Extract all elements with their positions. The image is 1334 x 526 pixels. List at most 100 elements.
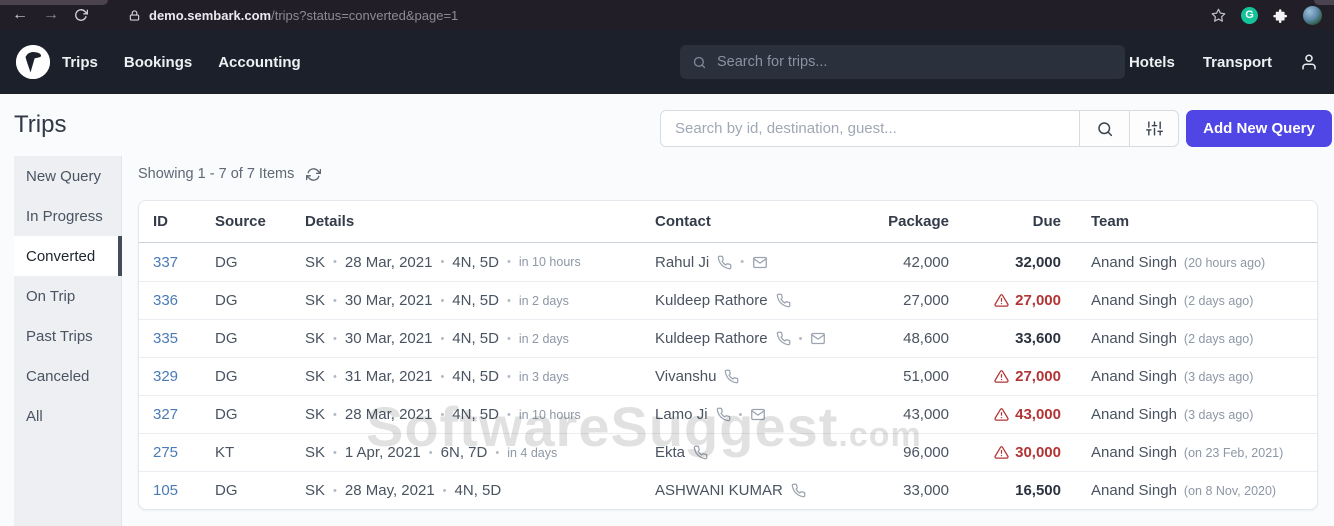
sidebar-item[interactable]: Canceled	[14, 356, 121, 396]
sidebar-item[interactable]: New Query	[14, 156, 121, 196]
destination-code: SK	[305, 292, 326, 309]
bullet-separator: •	[333, 256, 337, 268]
due-amount: 30,000	[994, 444, 1061, 461]
trip-id-link[interactable]: 329	[153, 368, 215, 385]
package-amount: 42,000	[903, 253, 949, 271]
team-cell: Anand Singh (3 days ago)	[1061, 406, 1317, 423]
trip-date: 1 Apr, 2021	[344, 444, 421, 461]
table-row[interactable]: 105 DG SK • 28 May, 2021 • 4N, 5D • ASHW…	[139, 471, 1317, 509]
col-header-id: ID	[153, 213, 168, 230]
bullet-separator: •	[333, 294, 337, 307]
sidebar-item[interactable]: All	[14, 396, 121, 436]
trip-duration: 4N, 5D	[452, 330, 499, 347]
sembark-logo[interactable]	[16, 45, 50, 79]
trip-source: DG	[215, 253, 238, 271]
nav-right-links: Hotels Transport	[1129, 54, 1272, 71]
phone-icon[interactable]	[717, 255, 732, 270]
trip-details: SK • 1 Apr, 2021 • 6N, 7D • in 4 days	[305, 444, 655, 461]
nav-link[interactable]: Accounting	[218, 54, 301, 71]
trip-id-link[interactable]: 337	[153, 254, 215, 271]
trip-source: DG	[215, 368, 238, 385]
search-icon	[692, 55, 707, 70]
trip-id-link[interactable]: 336	[153, 292, 215, 309]
bullet-separator: •	[333, 446, 337, 459]
bullet-separator: •	[506, 370, 511, 383]
table-row[interactable]: 336 DG SK • 30 Mar, 2021 • 4N, 5D • in 2…	[139, 281, 1317, 319]
table-row[interactable]: 337 DG SK • 28 Mar, 2021 • 4N, 5D • in 1…	[139, 243, 1317, 281]
trip-details: SK • 28 Mar, 2021 • 4N, 5D • in 10 hours	[305, 406, 655, 423]
phone-icon[interactable]	[776, 331, 791, 346]
bullet-separator: •	[506, 294, 511, 307]
nav-link[interactable]: Bookings	[124, 54, 192, 71]
list-search-input[interactable]	[660, 110, 1080, 147]
table-row[interactable]: 275 KT SK • 1 Apr, 2021 • 6N, 7D • in 4 …	[139, 433, 1317, 471]
phone-icon[interactable]	[693, 445, 708, 460]
extensions-puzzle-icon[interactable]	[1273, 8, 1288, 23]
browser-back-icon[interactable]: ←	[12, 7, 28, 23]
browser-reload-icon[interactable]	[74, 8, 88, 22]
table-row[interactable]: 327 DG SK • 28 Mar, 2021 • 4N, 5D • in 1…	[139, 395, 1317, 433]
due-amount: 16,500	[1015, 482, 1061, 499]
due-value: 30,000	[1015, 444, 1061, 461]
bullet-separator: •	[428, 446, 433, 459]
bullet-separator: •	[495, 446, 500, 459]
search-button[interactable]	[1080, 111, 1129, 146]
due-amount: 32,000	[1015, 254, 1061, 271]
team-member-name: Anand Singh	[1091, 368, 1177, 385]
nav-search[interactable]	[680, 45, 1125, 79]
email-icon[interactable]	[810, 331, 826, 346]
sidebar-item[interactable]: Converted	[14, 236, 122, 276]
col-header-source: Source	[215, 213, 266, 230]
refresh-icon[interactable]	[306, 167, 322, 182]
email-icon[interactable]	[750, 407, 766, 422]
phone-icon[interactable]	[724, 369, 739, 384]
trip-contact: Rahul Ji •	[655, 254, 863, 271]
sidebar-item-label: In Progress	[26, 207, 103, 225]
address-bar[interactable]: demo.sembark.com/trips?status=converted&…	[129, 8, 458, 23]
browser-profile-avatar[interactable]	[1303, 5, 1322, 25]
bullet-separator: •	[738, 408, 743, 421]
sidebar-item[interactable]: Past Trips	[14, 316, 121, 356]
trips-table: ID Source Details Contact Package Due Te…	[138, 200, 1318, 510]
user-account-icon[interactable]	[1300, 53, 1318, 71]
phone-icon[interactable]	[791, 483, 806, 498]
trip-id-link[interactable]: 275	[153, 444, 215, 461]
trip-id-link[interactable]: 327	[153, 406, 215, 423]
grammarly-extension-icon[interactable]: G	[1241, 6, 1258, 24]
search-icon	[1097, 121, 1112, 136]
phone-icon[interactable]	[716, 407, 731, 422]
bookmark-star-icon[interactable]	[1211, 8, 1226, 23]
destination-code: SK	[305, 330, 326, 347]
overdue-warning-icon	[994, 407, 1009, 422]
sidebar-item[interactable]: In Progress	[14, 196, 121, 236]
destination-code: SK	[305, 482, 326, 499]
trips-search-input[interactable]	[717, 54, 1113, 70]
add-new-query-button[interactable]: Add New Query	[1186, 110, 1332, 147]
nav-link[interactable]: Trips	[62, 54, 98, 71]
trip-id-link[interactable]: 105	[153, 482, 215, 499]
url-text[interactable]: demo.sembark.com/trips?status=converted&…	[149, 8, 458, 23]
trip-source: DG	[215, 482, 238, 499]
page-title: Trips	[14, 111, 67, 138]
trip-contact: Kuldeep Rathore •	[655, 330, 863, 347]
contact-name: Vivanshu	[655, 368, 717, 385]
email-icon[interactable]	[752, 255, 768, 270]
trip-details: SK • 28 May, 2021 • 4N, 5D •	[305, 482, 655, 499]
trip-contact: Vivanshu •	[655, 368, 863, 385]
sidebar-item[interactable]: On Trip	[14, 276, 121, 316]
trip-contact: Lamo Ji •	[655, 406, 863, 423]
table-row[interactable]: 329 DG SK • 31 Mar, 2021 • 4N, 5D • in 3…	[139, 357, 1317, 395]
trip-id-link[interactable]: 335	[153, 330, 215, 347]
contact-name: Ekta	[655, 444, 686, 461]
nav-link[interactable]: Hotels	[1129, 54, 1175, 71]
phone-icon[interactable]	[776, 293, 791, 308]
team-cell: Anand Singh (20 hours ago)	[1061, 254, 1317, 271]
team-timestamp: (2 days ago)	[1183, 294, 1254, 308]
bullet-separator: •	[333, 370, 337, 383]
trip-source: KT	[215, 444, 235, 461]
browser-forward-icon[interactable]: →	[43, 7, 59, 23]
bullet-separator: •	[506, 256, 511, 268]
table-row[interactable]: 335 DG SK • 30 Mar, 2021 • 4N, 5D • in 2…	[139, 319, 1317, 357]
nav-link[interactable]: Transport	[1203, 54, 1272, 71]
filter-button[interactable]	[1129, 111, 1178, 146]
